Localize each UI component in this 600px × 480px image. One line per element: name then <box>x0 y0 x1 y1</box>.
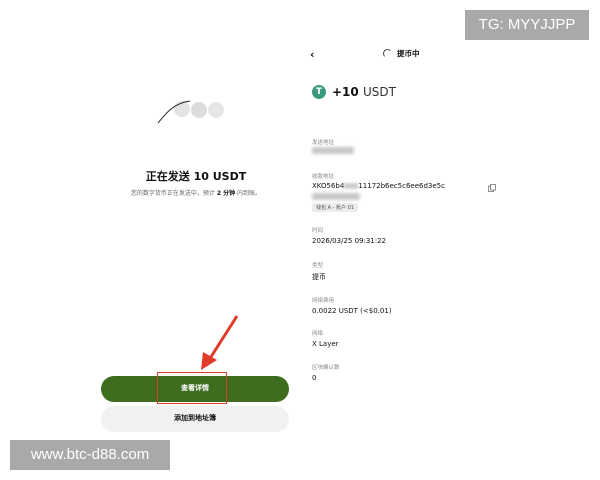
amount: +10 USDT <box>332 85 396 99</box>
highlight-box <box>157 372 227 404</box>
withdrawal-detail-panel: ‹ 提币中 T +10 USDT 发送地址 收款地址 XKO56b4 11172b… <box>298 40 498 440</box>
to-address-value: XKO56b4 11172b6ec5c6ee6d3e5c <box>312 182 445 190</box>
from-address-blurred <box>312 147 354 154</box>
fee-value: 0.0022 USDT (<$0.01) <box>312 307 392 315</box>
red-arrow-icon <box>201 315 239 370</box>
to-address-mid: 11172b6ec5c6ee6d3e5c <box>358 182 445 190</box>
amount-row: T +10 USDT <box>312 84 396 100</box>
to-address-start: XKO56b4 <box>312 182 345 190</box>
watermark-website: www.btc-d88.com <box>10 440 170 470</box>
type-label: 类型 <box>312 263 324 269</box>
time-value: 2026/03/25 09:31:22 <box>312 237 387 245</box>
time-label: 时间 <box>312 228 324 234</box>
sending-title: 正在发送 10 USDT <box>145 170 247 183</box>
watermark-tg: TG: MYYJJPP <box>465 10 589 40</box>
subtitle-duration: 2 分钟 <box>216 190 236 197</box>
subtitle-text-end: 内到账。 <box>237 190 262 197</box>
back-chevron-icon[interactable]: ‹ <box>310 48 315 61</box>
subtitle-text: 您的数字货币正在发送中，预计 <box>130 190 215 197</box>
to-address-blur <box>344 183 359 189</box>
amount-currency: USDT <box>362 85 396 99</box>
type-value: 提币 <box>312 273 326 281</box>
block-confirmations-label: 区块确认数 <box>312 365 340 371</box>
loading-spinner-icon <box>383 49 392 58</box>
add-to-address-book-button[interactable]: 添加到地址簿 <box>101 406 289 432</box>
loading-circles-icon <box>157 100 224 124</box>
to-address-label: 收款地址 <box>312 174 335 180</box>
fee-label: 网络费用 <box>312 298 335 304</box>
copy-icon[interactable] <box>488 184 496 192</box>
wallet-tag: 钱包 A - 账户 01 <box>312 203 358 212</box>
from-address-label: 发送地址 <box>312 140 335 146</box>
sending-subtitle: 您的数字货币正在发送中，预计 2 分钟 内到账。 <box>104 188 288 197</box>
to-address-blurred-end <box>312 193 360 200</box>
network-value: X Layer <box>312 340 339 348</box>
page-title: 提币中 <box>397 49 420 58</box>
network-label: 网络 <box>312 331 324 337</box>
amount-value: +10 <box>332 85 359 99</box>
block-confirmations-value: 0 <box>312 374 317 382</box>
usdt-icon: T <box>312 85 326 99</box>
